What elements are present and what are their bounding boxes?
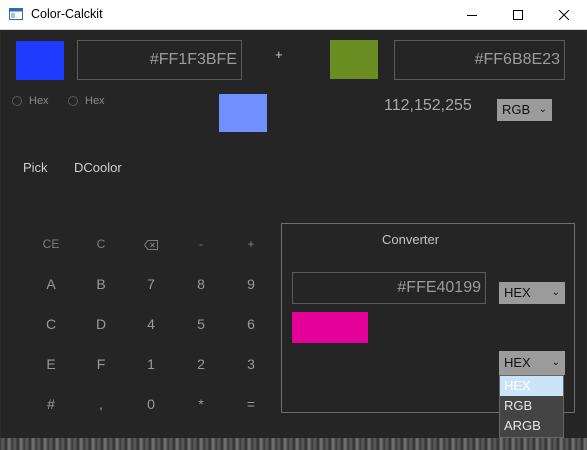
multiply-key[interactable]: * xyxy=(181,392,221,416)
radio-circle[interactable] xyxy=(68,96,78,106)
color-a-swatch[interactable] xyxy=(16,41,64,80)
maximize-button[interactable] xyxy=(495,0,541,29)
key-4[interactable]: 4 xyxy=(131,312,171,336)
pick-button[interactable]: Pick xyxy=(23,160,48,175)
converter-output-swatch xyxy=(292,312,368,343)
key-5[interactable]: 5 xyxy=(181,312,221,336)
clear-entry-key[interactable]: CE xyxy=(31,232,71,256)
minimize-button[interactable] xyxy=(449,0,495,29)
key-d[interactable]: D xyxy=(81,312,121,336)
converter-input-field[interactable]: #FFE40199 xyxy=(292,272,486,304)
key-f[interactable]: F xyxy=(81,352,121,376)
result-format-value: RGB xyxy=(502,102,531,117)
color-b-hex-radio[interactable]: Hex xyxy=(68,95,105,107)
key-9[interactable]: 9 xyxy=(231,272,271,296)
app-icon xyxy=(9,8,23,20)
c-key[interactable]: C xyxy=(31,312,71,336)
result-swatch xyxy=(219,94,267,132)
key-2[interactable]: 2 xyxy=(181,352,221,376)
chevron-down-icon: ⌄ xyxy=(538,104,547,115)
radio-label: Hex xyxy=(29,95,49,107)
key-7[interactable]: 7 xyxy=(131,272,171,296)
desktop-background xyxy=(0,438,587,450)
converter-output-format-select[interactable]: HEX ⌄ xyxy=(499,351,565,375)
radio-label: Hex xyxy=(85,95,105,107)
close-icon xyxy=(559,9,569,20)
window-title: Color-Calckit xyxy=(31,7,103,21)
color-b-hex-field[interactable]: #FF6B8E23 xyxy=(394,40,565,80)
result-value: 112,152,255 xyxy=(384,97,472,114)
key-1[interactable]: 1 xyxy=(131,352,171,376)
key-3[interactable]: 3 xyxy=(231,352,271,376)
minimize-icon xyxy=(467,14,477,16)
minus-key[interactable]: - xyxy=(181,232,221,256)
clear-key[interactable]: C xyxy=(81,232,121,256)
chevron-down-icon: ⌄ xyxy=(551,357,560,368)
plus-key[interactable]: + xyxy=(231,232,271,256)
result-format-select[interactable]: RGB ⌄ xyxy=(497,99,552,121)
key-b[interactable]: B xyxy=(81,272,121,296)
dropdown-option-argb[interactable]: ARGB xyxy=(500,416,563,436)
converter-input-format-value: HEX xyxy=(504,285,531,300)
key-6[interactable]: 6 xyxy=(231,312,271,336)
color-b-swatch[interactable] xyxy=(330,40,378,79)
key-e[interactable]: E xyxy=(31,352,71,376)
format-dropdown-list: HEX RGB ARGB xyxy=(499,375,564,438)
dropdown-option-hex[interactable]: HEX xyxy=(500,376,563,396)
color-a-hex-field[interactable]: #FF1F3BFE xyxy=(77,40,242,80)
title-bar: Color-Calckit xyxy=(0,0,587,30)
key-a[interactable]: A xyxy=(31,272,71,296)
backspace-key[interactable] xyxy=(131,232,171,256)
dcoolor-button[interactable]: DCoolor xyxy=(74,160,122,175)
key-0[interactable]: 0 xyxy=(131,392,171,416)
radio-circle[interactable] xyxy=(12,96,22,106)
dropdown-option-rgb[interactable]: RGB xyxy=(500,396,563,416)
equals-key[interactable]: = xyxy=(231,392,271,416)
maximize-icon xyxy=(513,9,523,20)
converter-input-format-select[interactable]: HEX ⌄ xyxy=(499,282,565,304)
operator-label: + xyxy=(275,47,283,62)
converter-title: Converter xyxy=(382,232,440,247)
color-a-hex-radio[interactable]: Hex xyxy=(12,95,49,107)
close-button[interactable] xyxy=(541,0,587,29)
key-8[interactable]: 8 xyxy=(181,272,221,296)
backspace-icon xyxy=(143,239,158,250)
hash-key[interactable]: # xyxy=(31,392,71,416)
chevron-down-icon: ⌄ xyxy=(551,287,560,298)
comma-key[interactable]: , xyxy=(81,392,121,416)
converter-output-format-value: HEX xyxy=(504,355,531,370)
